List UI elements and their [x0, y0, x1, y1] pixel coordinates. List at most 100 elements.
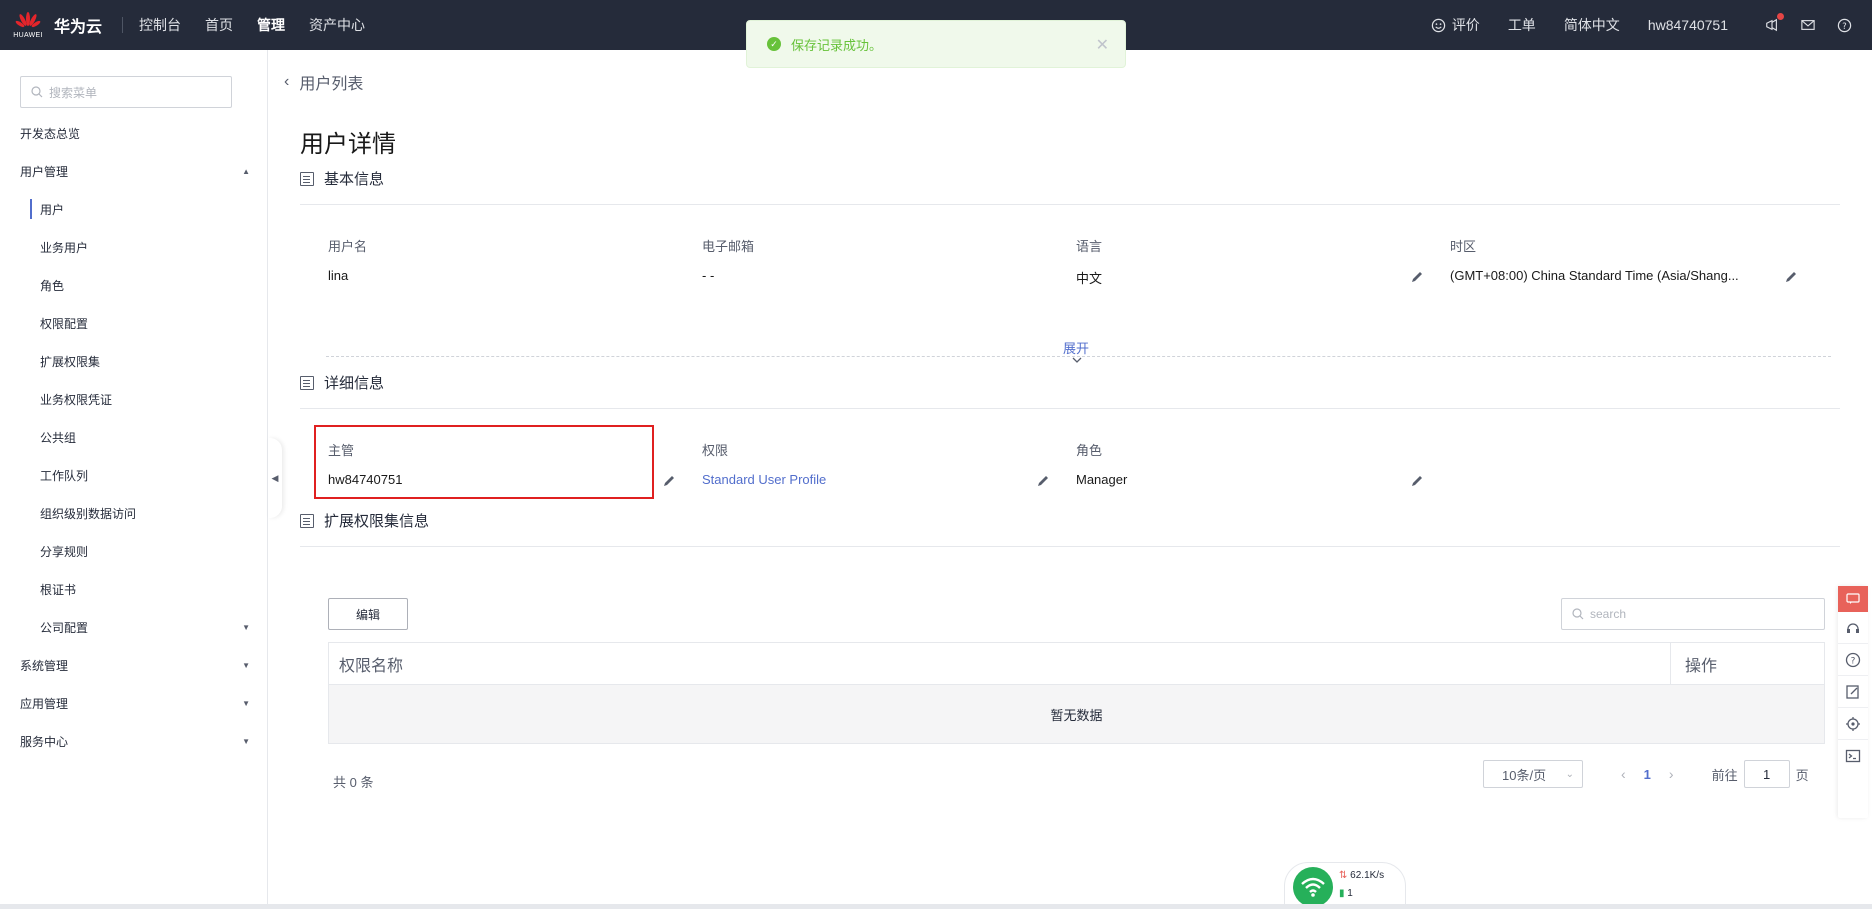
- language-label: 简体中文: [1563, 17, 1620, 33]
- network-speed-widget[interactable]: ⇅ 62.1K/s ▮ 1: [1284, 862, 1406, 909]
- sidebar-item-business-users[interactable]: 业务用户: [0, 228, 268, 266]
- sidebar-item-extended-permission-sets[interactable]: 扩展权限集: [0, 342, 268, 380]
- sidebar-item-user-management[interactable]: 用户管理 ▲: [0, 152, 268, 190]
- help-circle-icon[interactable]: ?: [1838, 644, 1868, 676]
- table-search-input[interactable]: search: [1561, 598, 1825, 630]
- announcement-icon[interactable]: [1764, 13, 1784, 33]
- field-value-username: lina: [328, 268, 349, 283]
- sidebar-item-service-center[interactable]: 服务中心 ▼: [0, 722, 268, 760]
- sidebar-item-label: 业务权限凭证: [40, 392, 113, 407]
- nav-home[interactable]: 首页: [205, 15, 233, 35]
- field-value-role: Manager: [1076, 472, 1128, 487]
- sidebar-item-company-config[interactable]: 公司配置 ▼: [0, 608, 268, 646]
- goto-label: 前往: [1711, 767, 1738, 783]
- field-label-supervisor: 主管: [328, 443, 355, 458]
- page-size-select[interactable]: 10条/页 ⌄: [1483, 760, 1583, 788]
- huawei-petals-icon: [15, 12, 41, 28]
- headset-icon[interactable]: [1838, 612, 1868, 644]
- menu-search-input[interactable]: 搜索菜单: [20, 76, 232, 108]
- nav-manage[interactable]: 管理: [257, 15, 285, 35]
- sidebar-item-dev-overview[interactable]: 开发态总览: [0, 114, 268, 152]
- edit-pencil-icon[interactable]: [1410, 270, 1424, 284]
- sidebar-item-label: 服务中心: [20, 734, 69, 749]
- sidebar-item-root-certificates[interactable]: 根证书: [0, 570, 268, 608]
- feedback-label: 评价: [1451, 17, 1480, 33]
- nav-console[interactable]: 控制台: [139, 15, 181, 35]
- next-page-icon[interactable]: ›: [1669, 766, 1674, 782]
- active-indicator: [30, 199, 32, 219]
- page-number-current[interactable]: 1: [1644, 767, 1651, 782]
- sidebar-menu: 开发态总览 用户管理 ▲ 用户 业务用户 角色 权限配置 扩展权限集 业务权限凭证…: [0, 114, 268, 760]
- field-value-supervisor: hw84740751: [328, 472, 403, 487]
- edit-pencil-icon[interactable]: [1410, 474, 1424, 488]
- section-title: 详细信息: [324, 375, 385, 392]
- total-count: 共 0 条: [333, 775, 374, 790]
- field-label-email: 电子邮箱: [702, 239, 755, 254]
- sidebar-item-label: 工作队列: [40, 468, 89, 483]
- caret-down-icon: ▼: [242, 698, 250, 708]
- connection-count: 1: [1347, 888, 1353, 899]
- caret-down-icon: ▼: [242, 660, 250, 670]
- sidebar-item-label: 扩展权限集: [40, 354, 101, 369]
- language-switch[interactable]: 简体中文: [1564, 15, 1620, 35]
- sidebar-item-app-management[interactable]: 应用管理 ▼: [0, 684, 268, 722]
- sidebar-item-system-management[interactable]: 系统管理 ▼: [0, 646, 268, 684]
- main-content: ‹ 用户列表 用户详情 基本信息 用户名 lina 电子邮箱 - - 语言 中文…: [270, 50, 1840, 909]
- edit-note-icon[interactable]: [1838, 676, 1868, 708]
- field-value-email: - -: [702, 268, 715, 283]
- sidebar-item-label: 根证书: [40, 582, 77, 597]
- battery-icon: ▮: [1339, 888, 1345, 899]
- permission-table: 权限名称 操作 暂无数据: [328, 642, 1825, 744]
- edit-button[interactable]: 编辑: [328, 598, 408, 630]
- user-menu[interactable]: hw84740751: [1648, 17, 1728, 33]
- field-value-language: 中文: [1076, 271, 1103, 286]
- column-header-permission-name[interactable]: 权限名称: [329, 642, 1671, 685]
- field-label-role: 角色: [1076, 443, 1103, 458]
- terminal-icon[interactable]: [1838, 740, 1868, 772]
- huawei-logo[interactable]: HUAWEI 华为云: [13, 8, 102, 42]
- notification-dot: [1777, 13, 1784, 20]
- locate-icon[interactable]: [1838, 708, 1868, 740]
- mail-icon[interactable]: [1800, 17, 1816, 33]
- nav-assets[interactable]: 资产中心: [309, 15, 365, 35]
- chevron-down-icon: ⌄: [1565, 768, 1574, 780]
- sidebar-item-public-groups[interactable]: 公共组: [0, 418, 268, 456]
- edit-pencil-icon[interactable]: [1036, 474, 1050, 488]
- username-label: hw84740751: [1647, 17, 1728, 33]
- sidebar-item-label: 分享规则: [40, 544, 89, 559]
- chat-icon[interactable]: [1838, 586, 1868, 612]
- sidebar-item-label: 用户管理: [20, 164, 69, 179]
- sidebar-item-business-credentials[interactable]: 业务权限凭证: [0, 380, 268, 418]
- section-title: 扩展权限集信息: [324, 513, 430, 530]
- field-label-username: 用户名: [328, 239, 368, 254]
- tickets-link[interactable]: 工单: [1508, 15, 1536, 35]
- sidebar-item-permission-config[interactable]: 权限配置: [0, 304, 268, 342]
- goto-page-input[interactable]: 1: [1743, 760, 1790, 788]
- list-icon: [300, 171, 314, 186]
- edit-pencil-icon[interactable]: [1784, 270, 1798, 284]
- sidebar-item-label: 系统管理: [20, 658, 69, 673]
- sidebar-item-org-data-access[interactable]: 组织级别数据访问: [0, 494, 268, 532]
- sidebar-item-label: 业务用户: [40, 240, 89, 255]
- field-value-profile-link[interactable]: Standard User Profile: [702, 472, 826, 487]
- right-float-toolbar: ?: [1838, 586, 1868, 818]
- sidebar-item-users[interactable]: 用户: [0, 190, 268, 228]
- back-link[interactable]: ‹ 用户列表: [284, 70, 363, 94]
- sidebar-item-sharing-rules[interactable]: 分享规则: [0, 532, 268, 570]
- highlight-rect: [314, 425, 654, 499]
- caret-up-icon: ▲: [242, 166, 250, 176]
- prev-page-icon[interactable]: ‹: [1621, 766, 1626, 782]
- sidebar: 搜索菜单 开发态总览 用户管理 ▲ 用户 业务用户 角色 权限配置 扩展权限集 业…: [0, 50, 268, 909]
- sidebar-item-label: 公共组: [40, 430, 77, 445]
- help-icon[interactable]: ?: [1836, 17, 1852, 33]
- chevron-left-icon: ‹: [284, 73, 290, 90]
- svg-text:?: ?: [1851, 656, 1856, 666]
- sidebar-item-roles[interactable]: 角色: [0, 266, 268, 304]
- feedback-link[interactable]: 评价: [1431, 15, 1480, 35]
- sidebar-item-work-queues[interactable]: 工作队列: [0, 456, 268, 494]
- transfer-arrows-icon: ⇅: [1339, 870, 1348, 881]
- chevron-down-icon[interactable]: [1071, 356, 1083, 364]
- edit-pencil-icon[interactable]: [662, 474, 676, 488]
- search-placeholder: 搜索菜单: [49, 85, 98, 100]
- expand-toggle[interactable]: 展开: [1063, 338, 1089, 357]
